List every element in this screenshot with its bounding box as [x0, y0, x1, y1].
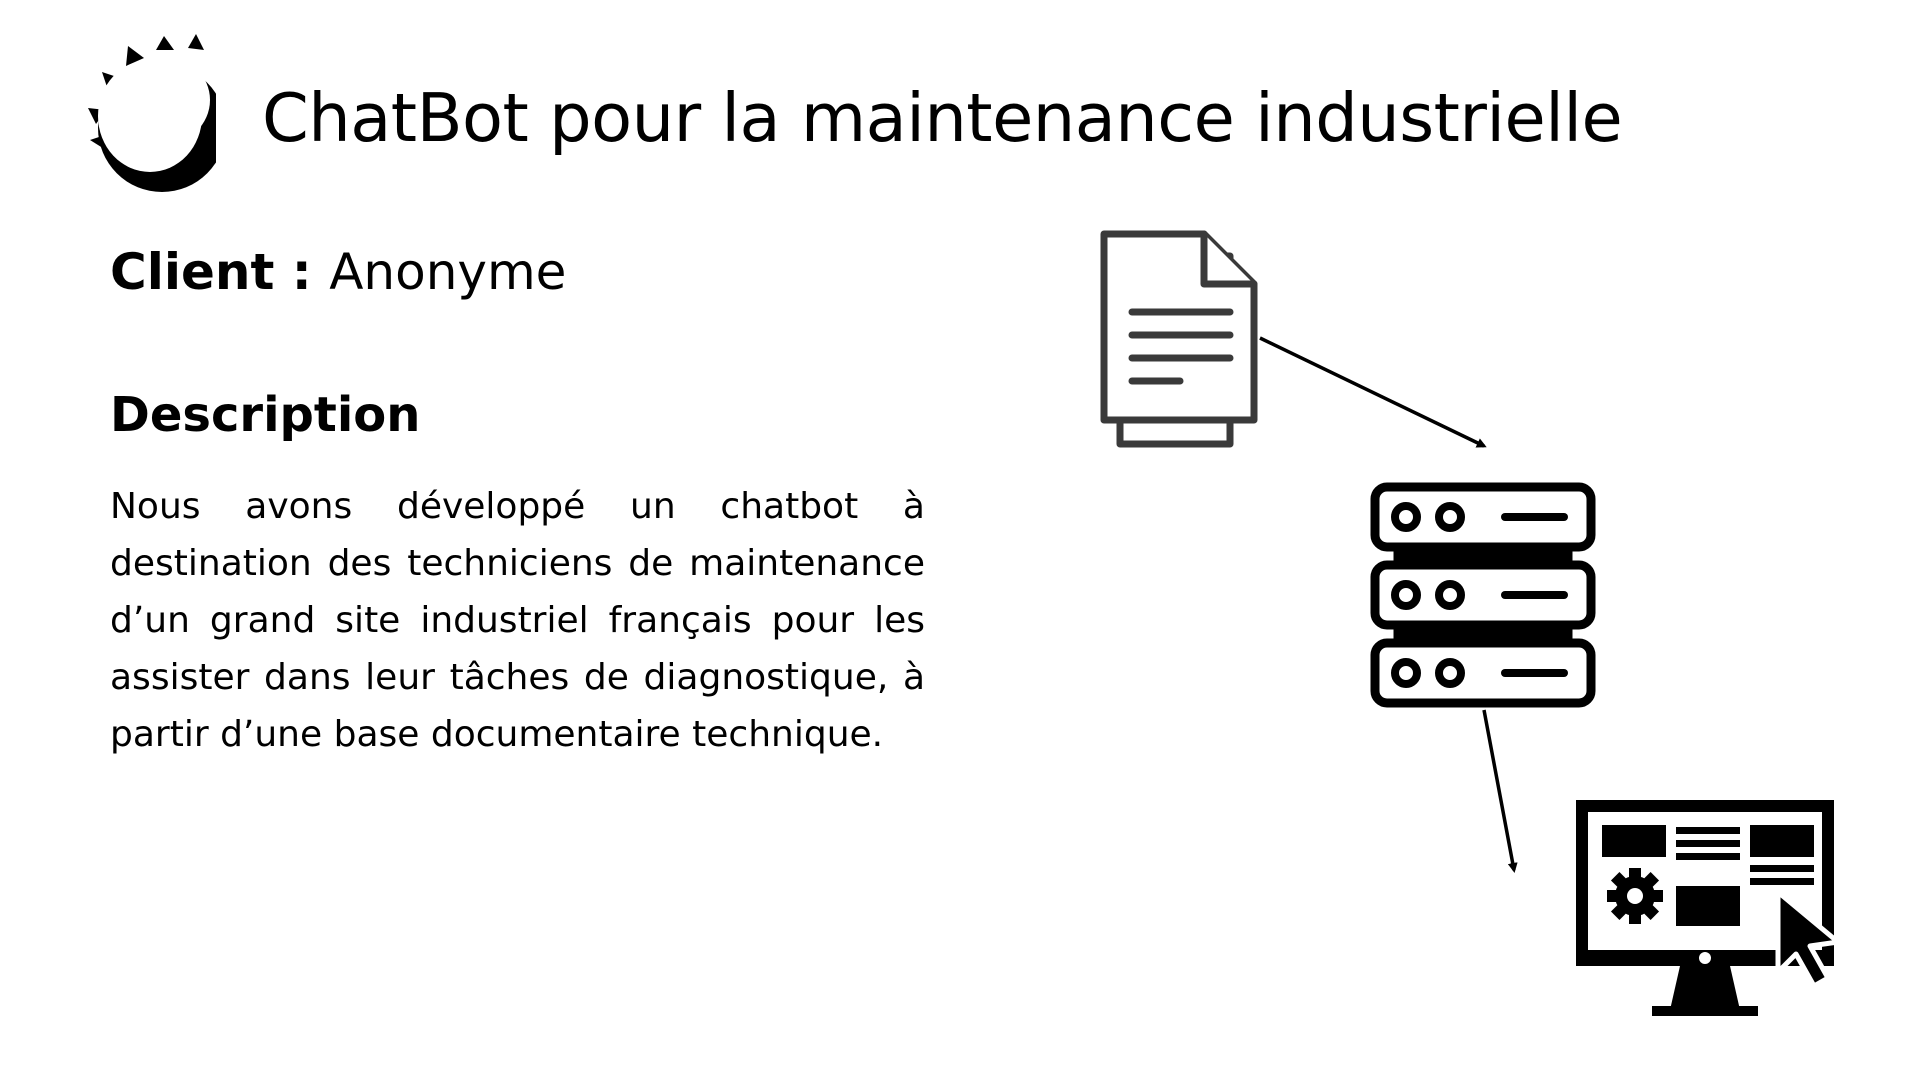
- computer-screen-icon: [1576, 800, 1840, 1016]
- page-title: ChatBot pour la maintenance industrielle: [262, 79, 1623, 157]
- arrow-server-to-computer: [1482, 709, 1518, 873]
- client-line: Client : Anonyme: [110, 240, 566, 304]
- arrow-documents-to-server: [1259, 336, 1487, 448]
- sun-moon-logo-icon: [88, 34, 216, 192]
- documents-icon: [1100, 230, 1258, 448]
- description-heading: Description: [110, 387, 421, 443]
- client-separator: :: [274, 243, 330, 301]
- server-icon: [1370, 482, 1596, 708]
- description-text: Nous avons développé un chatbot à destin…: [110, 486, 925, 755]
- client-value: Anonyme: [329, 243, 567, 301]
- client-label: Client: [110, 243, 275, 301]
- architecture-diagram: [1100, 230, 1840, 1016]
